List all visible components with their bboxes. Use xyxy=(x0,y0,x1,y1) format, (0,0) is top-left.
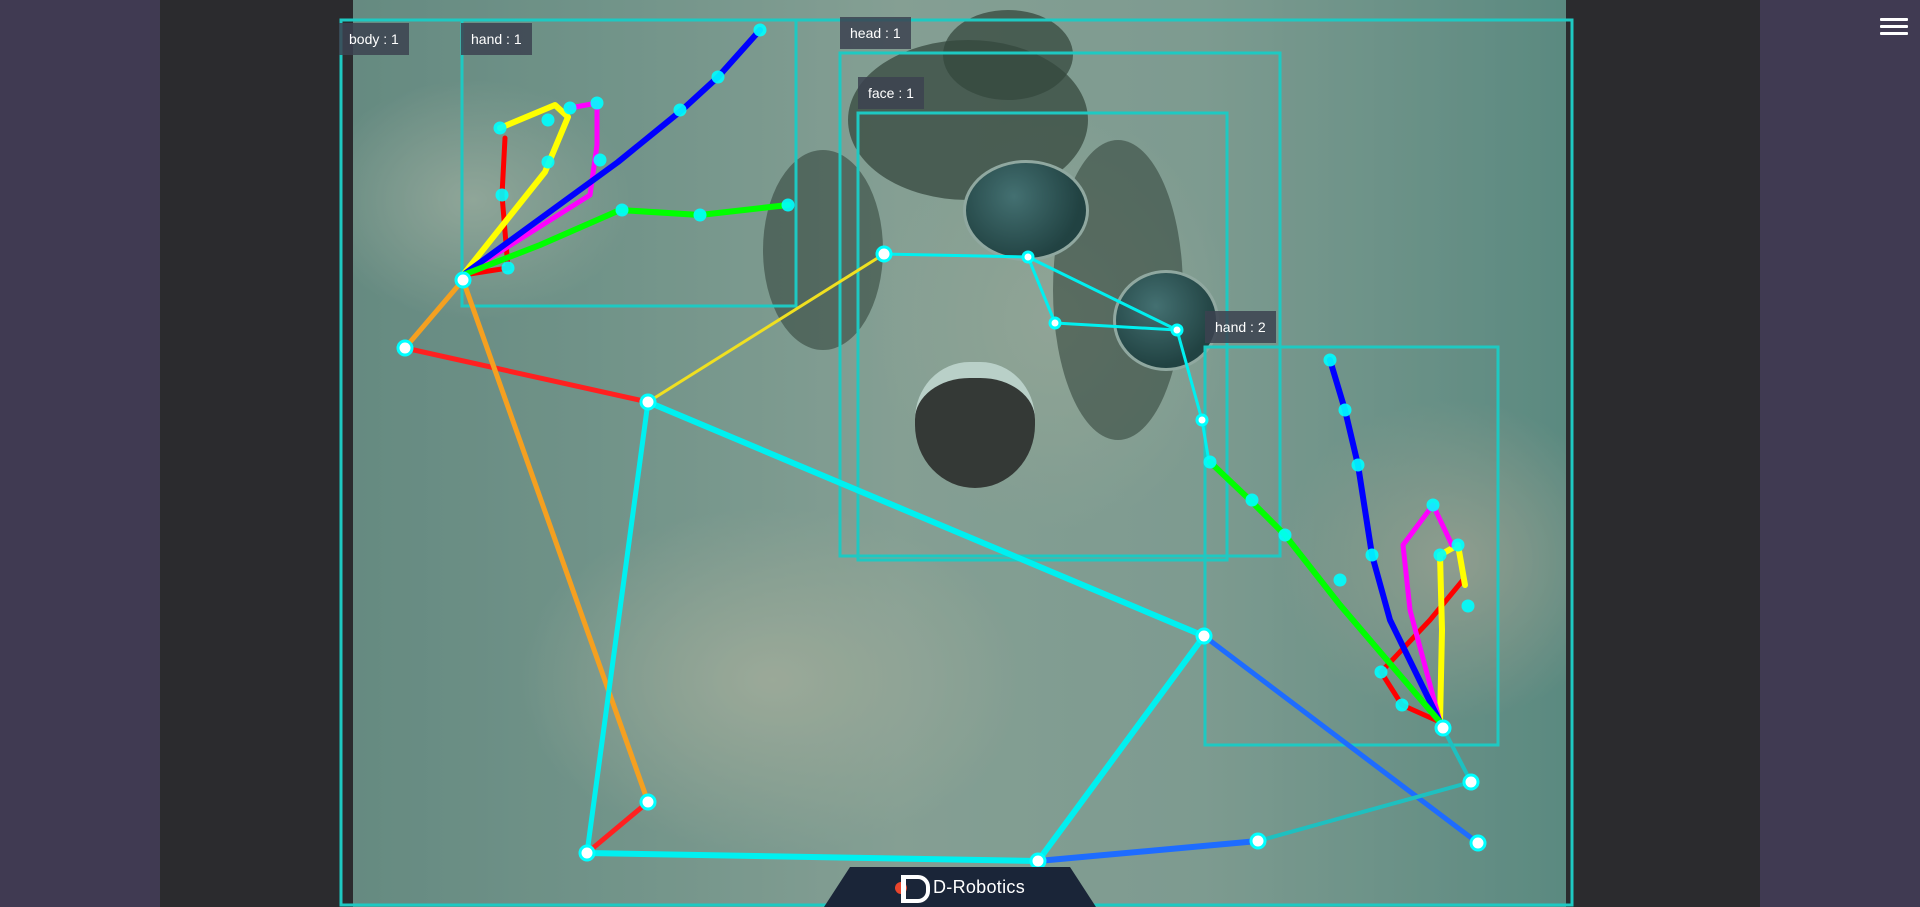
skeleton-limb xyxy=(584,799,651,856)
skeleton-limb xyxy=(584,850,1041,864)
body-keypoint xyxy=(639,793,657,811)
detection-overlay xyxy=(339,18,1574,907)
hand-1-thumb xyxy=(460,135,511,278)
hand-2-keypoint xyxy=(1203,455,1217,469)
menu-bar xyxy=(1880,25,1908,28)
face-keypoint xyxy=(1021,250,1035,264)
body-keypoint xyxy=(639,393,657,411)
body-keypoint xyxy=(396,339,414,357)
skeleton-limb xyxy=(402,345,651,405)
hand-2-index-finger xyxy=(1437,542,1468,725)
body-keypoint xyxy=(454,271,472,289)
detection-label-head-1: head : 1 xyxy=(840,17,911,49)
detection-label-hand-1: hand : 1 xyxy=(461,23,532,55)
hand-2-keypoint xyxy=(1433,548,1447,562)
hand-2-keypoint xyxy=(1278,528,1292,542)
head-bounding-box xyxy=(838,51,1282,558)
hand-2-keypoint xyxy=(1245,493,1259,507)
hand-1-keypoint xyxy=(541,155,555,169)
body-keypoint xyxy=(1462,773,1480,791)
hand-1-keypoint xyxy=(493,121,507,135)
skeleton-limb xyxy=(1035,838,1261,864)
body-keypoint xyxy=(1434,719,1452,737)
detection-label-hand-2: hand : 2 xyxy=(1205,311,1276,343)
menu-bar xyxy=(1880,18,1908,21)
body-keypoint xyxy=(875,245,893,263)
skeleton-limb xyxy=(460,277,651,805)
brand-tab: D-Robotics xyxy=(824,867,1096,907)
hand-2-pinky-finger xyxy=(1207,459,1443,725)
body-keypoint xyxy=(1029,852,1047,870)
hand-1-keypoint xyxy=(615,203,629,217)
brand-name: D-Robotics xyxy=(932,876,1026,897)
skeleton-limb xyxy=(1035,633,1207,864)
hand-2-keypoint xyxy=(1323,353,1337,367)
hand-1-keypoint xyxy=(693,208,707,222)
camera-viewport: body : 1 hand : 1 head : 1 face : 1 hand… xyxy=(160,0,1760,907)
hand-1-keypoint xyxy=(753,23,767,37)
face-link xyxy=(881,252,1030,259)
skeleton-limb xyxy=(584,399,651,856)
face-link xyxy=(1053,321,1179,332)
face-bounding-box xyxy=(856,111,1229,562)
hamburger-menu-button[interactable] xyxy=(1880,14,1908,42)
hand-2-keypoint xyxy=(1461,599,1475,613)
hand-2-keypoint xyxy=(1333,573,1347,587)
hand-1-index-finger xyxy=(460,102,571,278)
hand-1-keypoint xyxy=(590,96,604,110)
hand-2-keypoint xyxy=(1374,665,1388,679)
hand-1-keypoint xyxy=(673,103,687,117)
hand-1-keypoint xyxy=(781,198,795,212)
face-keypoint xyxy=(1195,413,1209,427)
d-robotics-logo-icon xyxy=(894,874,930,903)
hand-2-keypoint xyxy=(1351,458,1365,472)
detection-label-face-1: face : 1 xyxy=(858,77,924,109)
skeleton-limb xyxy=(646,252,886,404)
hand-1-keypoint xyxy=(711,70,725,84)
hand-2-keypoint xyxy=(1426,498,1440,512)
hand-1-keypoint xyxy=(501,261,515,275)
hand-1-keypoint xyxy=(495,188,509,202)
body-keypoint xyxy=(578,844,596,862)
face-keypoint xyxy=(1048,316,1062,330)
hand-2-keypoint xyxy=(1451,538,1465,552)
body-keypoint xyxy=(1249,832,1267,850)
hand-2-keypoint xyxy=(1365,548,1379,562)
face-keypoint xyxy=(1170,323,1184,337)
body-keypoint xyxy=(1469,834,1487,852)
skeleton-limb xyxy=(1201,633,1481,846)
hand-1-keypoint xyxy=(593,153,607,167)
face-link xyxy=(1175,328,1204,422)
skeleton-limb xyxy=(1441,726,1473,784)
body-keypoint xyxy=(1195,627,1213,645)
hand-2-keypoint xyxy=(1338,403,1352,417)
hand-2-keypoint xyxy=(1395,698,1409,712)
skeleton-limb xyxy=(402,277,466,351)
hand-1-keypoint xyxy=(541,113,555,127)
hand-1-keypoint xyxy=(563,101,577,115)
detection-label-body-1: body : 1 xyxy=(339,23,409,55)
menu-bar xyxy=(1880,32,1908,35)
skeleton-limb xyxy=(645,399,1207,639)
